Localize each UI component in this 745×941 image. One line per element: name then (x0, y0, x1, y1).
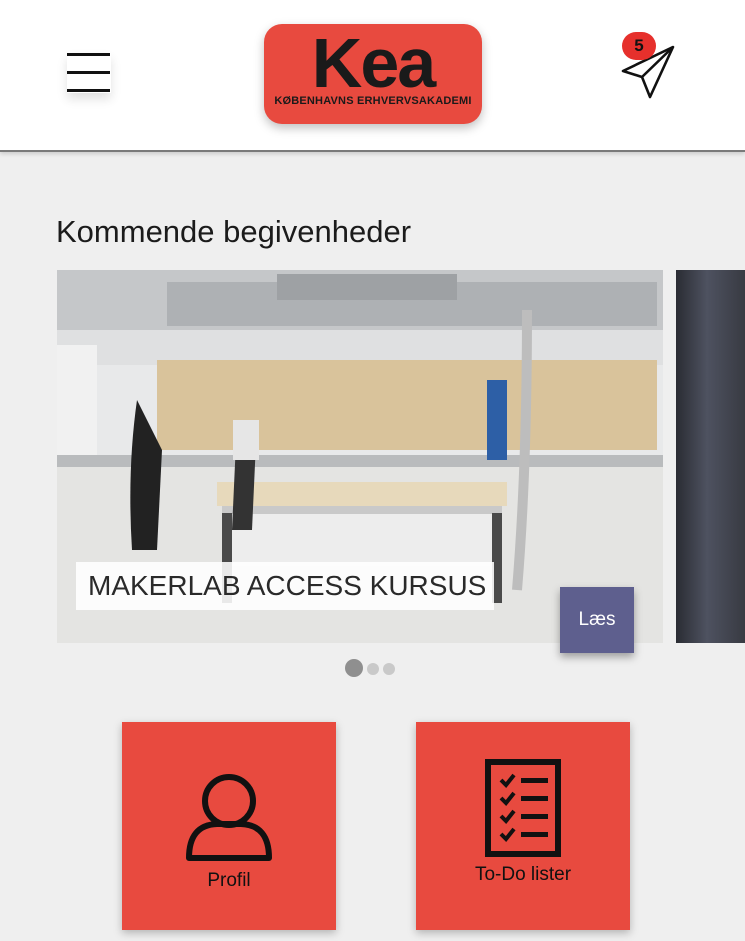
read-more-button[interactable]: Læs (560, 587, 634, 653)
hamburger-line (67, 89, 110, 92)
hamburger-line (67, 53, 110, 56)
next-event-slide[interactable] (676, 270, 745, 643)
carousel-dot[interactable] (383, 663, 395, 675)
carousel-dot-active[interactable] (345, 659, 363, 677)
checklist-icon (485, 759, 561, 857)
kea-logo[interactable]: Kea KØBENHAVNS ERHVERVSAKADEMI (264, 24, 482, 124)
hamburger-line (67, 71, 110, 74)
section-title: Kommende begivenheder (56, 214, 412, 249)
event-title: MAKERLAB ACCESS KURSUS (76, 562, 494, 610)
carousel-indicator (345, 658, 405, 678)
profile-tile[interactable]: Profil (122, 722, 336, 930)
menu-button[interactable] (67, 53, 111, 93)
todo-tile[interactable]: To-Do lister (416, 722, 630, 930)
person-icon (186, 774, 272, 861)
tile-label-todo: To-Do lister (474, 864, 572, 885)
carousel-dot[interactable] (367, 663, 379, 675)
logo-wordmark: Kea (311, 24, 436, 102)
tile-label-profile: Profil (207, 870, 251, 891)
notification-badge: 5 (622, 32, 656, 60)
logo-subtitle: KØBENHAVNS ERHVERVSAKADEMI (274, 95, 472, 107)
app-header: Kea KØBENHAVNS ERHVERVSAKADEMI 5 (0, 0, 745, 152)
